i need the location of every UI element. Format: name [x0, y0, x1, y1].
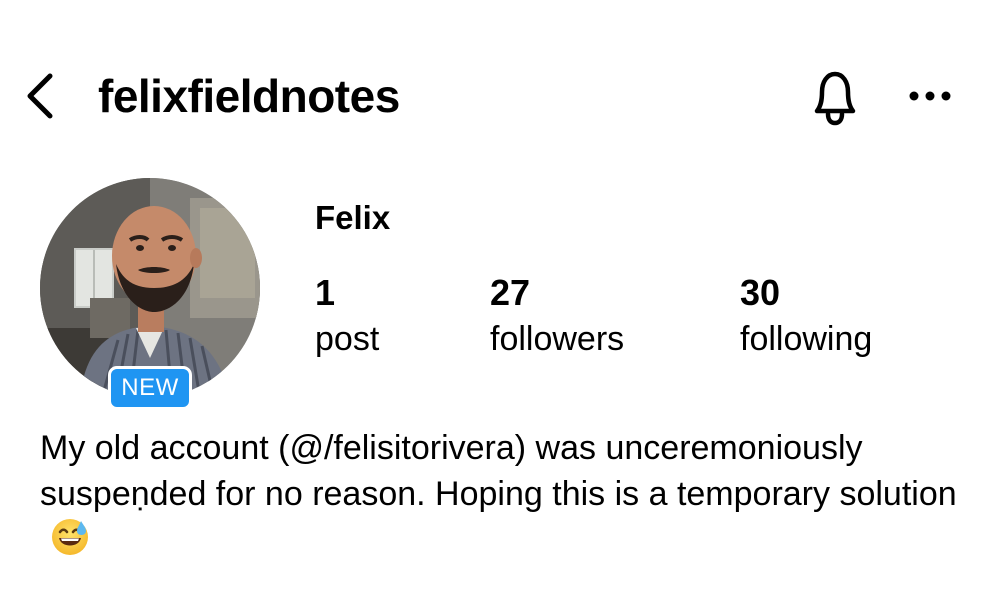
bell-icon	[814, 71, 856, 126]
followers-label: followers	[490, 320, 625, 358]
following-stat[interactable]: 30 following	[740, 270, 872, 362]
posts-count: 1	[315, 272, 336, 313]
ellipsis-icon	[909, 91, 951, 101]
posts-stat[interactable]: 1 post	[315, 270, 379, 362]
notifications-button[interactable]	[800, 64, 870, 128]
avatar[interactable]	[40, 178, 260, 398]
posts-label: post	[315, 320, 380, 358]
profile-header: felixfieldnotes	[0, 0, 1000, 190]
following-count: 30	[740, 272, 781, 313]
chevron-left-icon	[27, 73, 53, 119]
back-button[interactable]	[16, 68, 64, 124]
grinning-face-with-sweat-icon	[52, 519, 88, 555]
more-options-button[interactable]	[898, 70, 962, 122]
followers-stat[interactable]: 27 followers	[490, 270, 624, 362]
profile-bio: My old account (@/felisitorivera) was un…	[40, 425, 970, 563]
avatar-photo	[40, 178, 260, 398]
profile-display-name: Felix	[315, 199, 391, 236]
profile-username: felixfieldnotes	[98, 70, 400, 122]
avatar-container[interactable]: NEW	[40, 178, 260, 410]
followers-count: 27	[490, 272, 531, 313]
following-label: following	[740, 320, 873, 358]
bio-text: My old account (@/felisitorivera) was un…	[40, 429, 957, 513]
new-account-badge: NEW	[108, 366, 192, 410]
